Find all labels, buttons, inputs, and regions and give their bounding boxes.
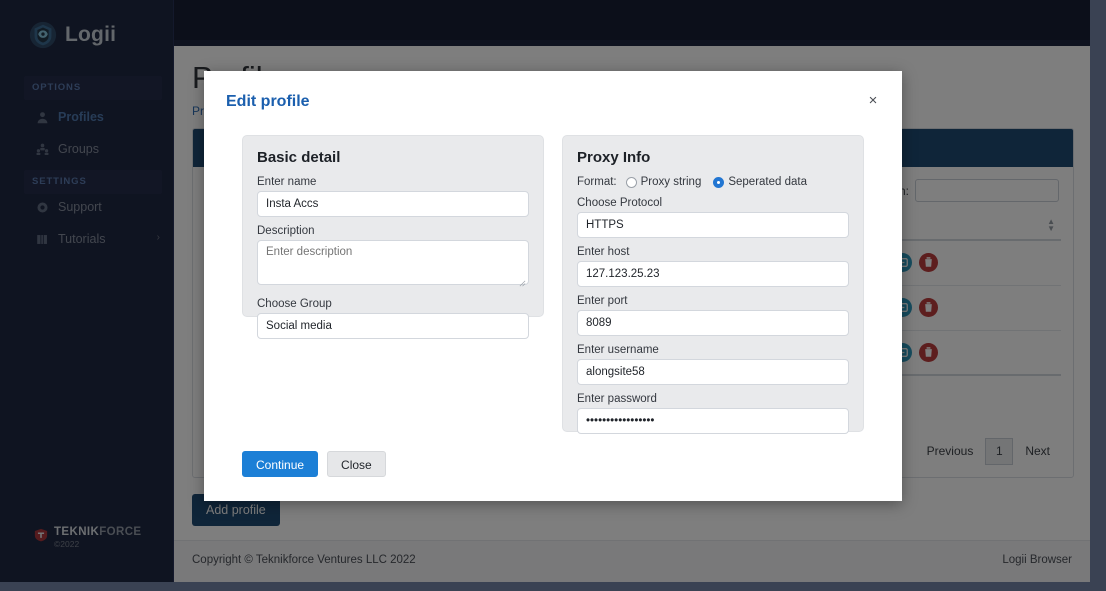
modal-footer: Continue Close <box>242 451 386 477</box>
host-input[interactable] <box>577 261 849 287</box>
close-button[interactable]: Close <box>327 451 386 477</box>
format-radio-group: Format: Proxy string Seperated data <box>577 176 849 188</box>
group-input[interactable] <box>257 313 529 339</box>
username-input[interactable] <box>577 359 849 385</box>
radio-seperated-data[interactable] <box>713 177 724 188</box>
username-field-label: Enter username <box>577 344 849 356</box>
name-input[interactable] <box>257 191 529 217</box>
radio-proxy-string[interactable] <box>626 177 637 188</box>
close-icon[interactable]: × <box>864 92 882 110</box>
description-field-label: Description <box>257 225 529 237</box>
basic-detail-heading: Basic detail <box>257 149 529 166</box>
description-textarea[interactable] <box>257 240 529 285</box>
host-field-label: Enter host <box>577 246 849 258</box>
protocol-field-label: Choose Protocol <box>577 197 849 209</box>
password-input[interactable] <box>577 408 849 434</box>
name-field-label: Enter name <box>257 176 529 188</box>
radio-proxy-string-label: Proxy string <box>641 176 702 188</box>
proxy-info-panel: Proxy Info Format: Proxy string Seperate… <box>562 135 864 432</box>
proxy-info-heading: Proxy Info <box>577 149 849 166</box>
modal-title: Edit profile <box>226 93 310 111</box>
continue-button[interactable]: Continue <box>242 451 318 477</box>
port-field-label: Enter port <box>577 295 849 307</box>
port-input[interactable] <box>577 310 849 336</box>
password-field-label: Enter password <box>577 393 849 405</box>
format-label: Format: <box>577 176 617 188</box>
protocol-input[interactable] <box>577 212 849 238</box>
basic-detail-panel: Basic detail Enter name Description Choo… <box>242 135 544 317</box>
edit-profile-modal: Edit profile × Basic detail Enter name D… <box>204 71 902 501</box>
radio-seperated-data-label: Seperated data <box>728 176 807 188</box>
app-window: Logii OPTIONS Profiles Groups SETTINGS <box>0 0 1090 582</box>
group-field-label: Choose Group <box>257 298 529 310</box>
